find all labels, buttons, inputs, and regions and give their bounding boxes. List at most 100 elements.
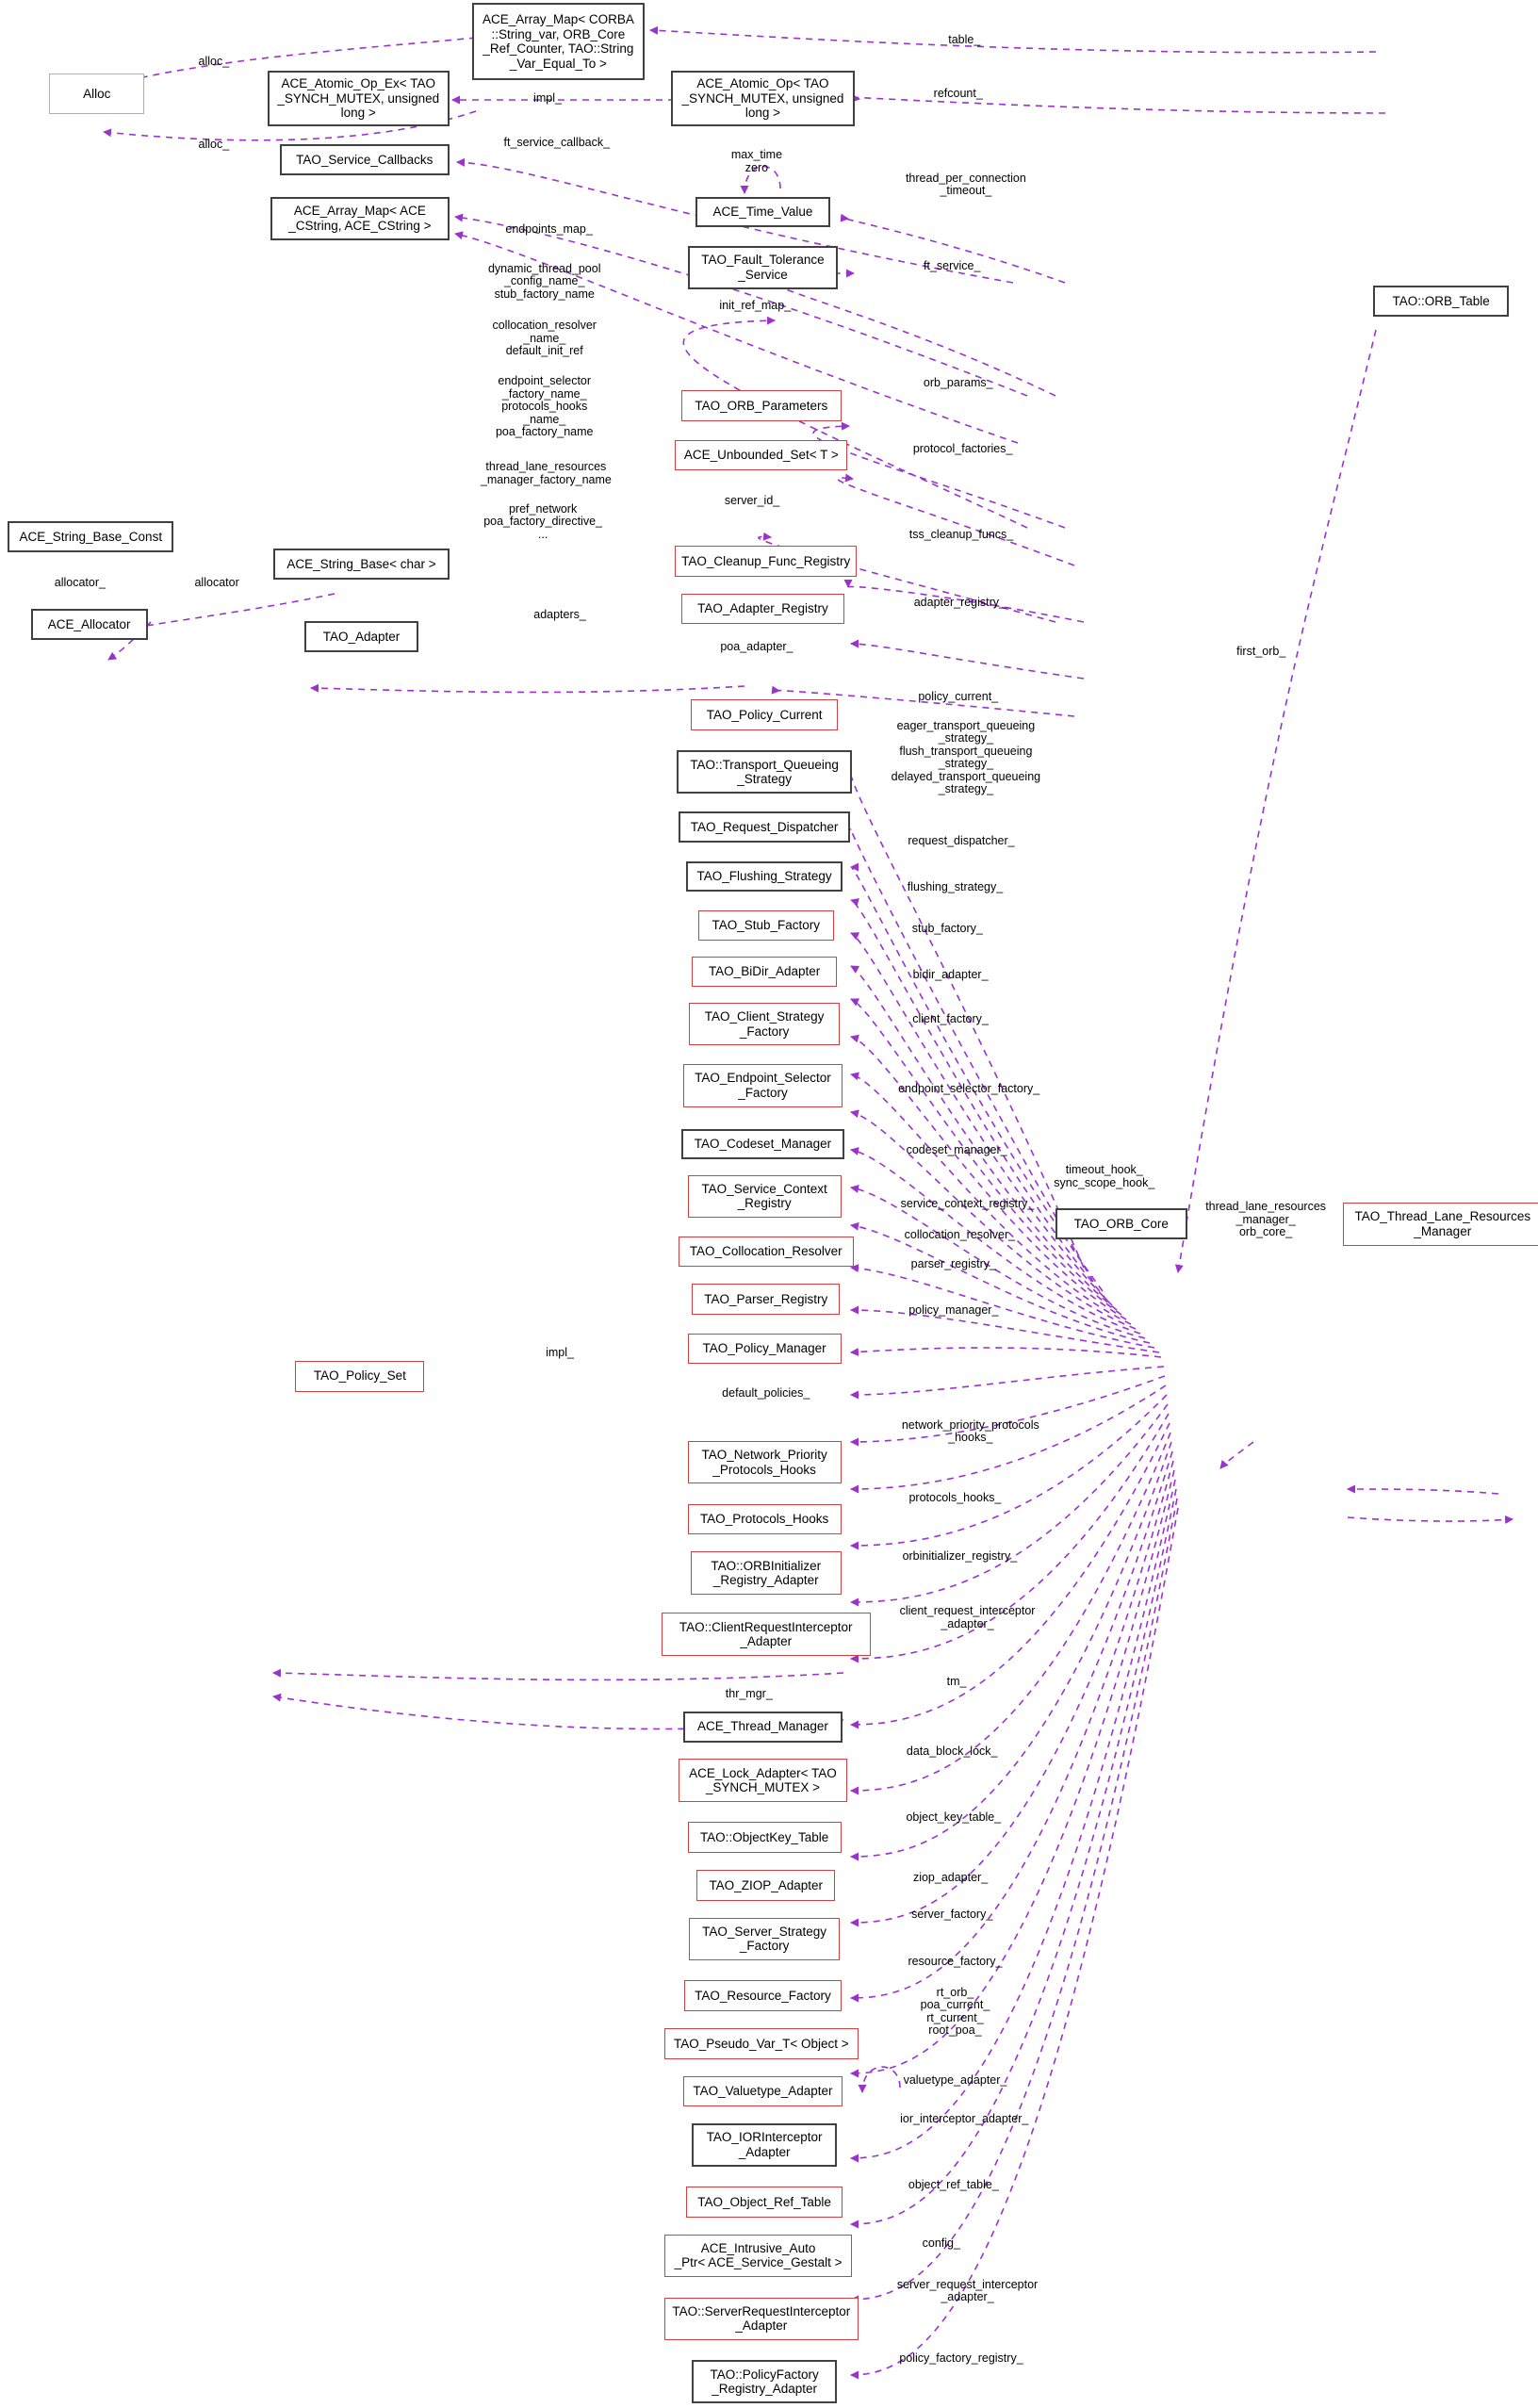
class-node-tao_policyfactory[interactable]: TAO::PolicyFactory _Registry_Adapter [692,2360,837,2404]
class-node-ace_array_map_corba[interactable]: ACE_Array_Map< CORBA ::String_var, ORB_C… [472,3,645,80]
edge-label-bidir_adapter_: bidir_adapter_ [912,967,989,981]
class-node-tao_transport_queueing[interactable]: TAO::Transport_Queueing _Strategy [677,750,853,794]
edge-label-impl_1: impl_ [533,90,562,105]
class-node-tao_service_callbacks[interactable]: TAO_Service_Callbacks [280,144,450,175]
class-node-tao_codeset_manager[interactable]: TAO_Codeset_Manager [680,1128,844,1160]
edge-label-adapters_: adapters_ [533,608,586,622]
edge-label-policy_manager_: policy_manager_ [908,1302,999,1317]
class-node-ace_string_base_const[interactable]: ACE_String_Base_Const [8,521,174,552]
edge-label-ziop_adapter_: ziop_adapter_ [912,1870,989,1884]
class-node-ace_thread_manager[interactable]: ACE_Thread_Manager [682,1711,843,1743]
edge-label-data_block_lock_: data_block_lock_ [906,1744,998,1758]
class-node-ace_time_value[interactable]: ACE_Time_Value [695,196,831,228]
class-node-tao_policy_manager[interactable]: TAO_Policy_Manager [687,1333,842,1365]
edge-label-server_id_: server_id_ [724,494,780,508]
edge-label-request_dispatcher_: request_dispatcher_ [908,833,1015,847]
edge-label-server_request_interceptor_adapter_: server_request_interceptor _adapter_ [896,2277,1039,2304]
class-node-tao_stub_factory[interactable]: TAO_Stub_Factory [697,909,834,942]
class-node-tao_orb_parameters[interactable]: TAO_ORB_Parameters [680,390,842,422]
class-node-tao_endpoint_selector[interactable]: TAO_Endpoint_Selector _Factory [682,1064,843,1107]
edge-label-endpoint_selector_factory_: endpoint_selector_factory_ [898,1081,1040,1095]
class-node-tao_request_dispatcher[interactable]: TAO_Request_Dispatcher [678,811,851,844]
class-node-tao_client_strategy[interactable]: TAO_Client_Strategy _Factory [689,1002,841,1046]
class-node-tao_parser_registry[interactable]: TAO_Parser_Registry [692,1284,841,1315]
edge-label-client_factory_: client_factory_ [912,1012,989,1026]
edge-label-thread_lane_res_mgr_fn: thread_lane_resources _manager_factory_n… [480,460,612,486]
edge-label-policy_current_: policy_current_ [918,689,999,703]
edge-label-thread_lane_resources_manager_: thread_lane_resources _manager_ orb_core… [1205,1200,1327,1239]
class-node-tao_flushing_strategy[interactable]: TAO_Flushing_Strategy [685,860,843,893]
class-node-ace_unbounded_set[interactable]: ACE_Unbounded_Set< T > [675,439,848,471]
class-node-tao_adapter[interactable]: TAO_Adapter [304,621,418,652]
edge-label-endpoints_map_: endpoints_map_ [505,221,593,236]
edge-label-table_: table_ [948,32,981,46]
class-node-tao_cleanup_func_registry[interactable]: TAO_Cleanup_Func_Registry [675,546,857,577]
edge-label-service_context_registry_: service_context_registry_ [900,1196,1035,1210]
edge-label-policy_factory_registry_: policy_factory_registry_ [899,2351,1023,2366]
edge-label-first_orb_: first_orb_ [1236,645,1286,659]
class-node-tao_policy_set[interactable]: TAO_Policy_Set [295,1360,425,1392]
class-node-ace_atomic_op_ex[interactable]: ACE_Atomic_Op_Ex< TAO _SYNCH_MUTEX, unsi… [267,71,450,126]
class-node-tao_resource_factory[interactable]: TAO_Resource_Factory [684,1980,842,2012]
class-node-tao_policy_current[interactable]: TAO_Policy_Current [690,699,839,730]
edge-label-object_key_table_: object_key_table_ [906,1810,1002,1824]
class-node-tao_network_priority[interactable]: TAO_Network_Priority _Protocols_Hooks [687,1440,842,1484]
edge-label-eager_transport: eager_transport_queueing _strategy_ flus… [891,718,1041,796]
edge-label-max_time_zero: max_time zero [730,148,783,174]
class-node-tao_service_context[interactable]: TAO_Service_Context _Registry [687,1174,842,1219]
edge-label-default_policies_: default_policies_ [722,1385,810,1400]
class-node-tao_serverrequestinterceptor[interactable]: TAO::ServerRequestInterceptor _Adapter [664,2297,859,2341]
edge-label-ior_interceptor_adapter_: ior_interceptor_adapter_ [900,2111,1029,2125]
edge-label-endpoint_sel_factory: endpoint_selector _factory_name_ protoco… [495,374,594,439]
class-node-ace_lock_adapter[interactable]: ACE_Lock_Adapter< TAO _SYNCH_MUTEX > [678,1759,848,1803]
edge-label-client_request_interceptor_adapter_: client_request_interceptor _adapter_ [899,1604,1036,1630]
edge-label-server_factory_: server_factory_ [911,1907,993,1921]
edge-label-allocator_2: allocator [194,575,239,589]
class-node-ace_allocator[interactable]: ACE_Allocator [30,609,148,640]
class-node-tao_objectkey_table[interactable]: TAO::ObjectKey_Table [687,1822,842,1853]
edge-label-codeset_manager_: codeset_manager_ [906,1142,1007,1156]
class-node-alloc[interactable]: Alloc [49,74,145,114]
class-node-tao_bidir_adapter[interactable]: TAO_BiDir_Adapter [692,956,837,988]
edge-label-protocols_hooks_: protocols_hooks_ [908,1490,1002,1504]
class-node-ace_array_map_cstr[interactable]: ACE_Array_Map< ACE _CString, ACE_CString… [270,196,450,240]
collaboration-diagram: Alloc ACE_Array_Map< CORBA ::String_var, … [0,0,1538,2408]
edge-label-tm_: tm_ [946,1675,967,1689]
class-node-tao_pseudo_var_t[interactable]: TAO_Pseudo_Var_T< Object > [664,2028,859,2059]
class-node-tao_fault_tolerance[interactable]: TAO_Fault_Tolerance _Service [687,246,839,289]
class-node-ace_string_base_char[interactable]: ACE_String_Base< char > [273,549,450,581]
edge-label-flushing_strategy_: flushing_strategy_ [907,879,1004,893]
edge-label-poa_adapter_: poa_adapter_ [720,640,794,654]
edge-label-orbinitializer_registry_: orbinitializer_registry_ [902,1548,1018,1563]
class-node-tao_server_strategy[interactable]: TAO_Server_Strategy _Factory [689,1917,841,1961]
class-node-tao_valuetype_adapter[interactable]: TAO_Valuetype_Adapter [682,2075,843,2107]
edge-label-ft_service_: ft_service_ [923,258,981,272]
class-node-tao_thread_lane[interactable]: TAO_Thread_Lane_Resources _Manager [1342,1202,1538,1246]
edge-label-network_priority_protocols_hooks_: network_priority_protocols _hooks_ [901,1417,1039,1445]
edge-label-collocation_resolver_n: collocation_resolver _name_ default_init… [492,319,597,358]
edge-label-resource_factory_: resource_factory_ [908,1955,1003,1969]
class-node-tao_clientrequestinterceptor[interactable]: TAO::ClientRequestInterceptor _Adapter [661,1613,871,1657]
edge-label-allocator_1: allocator_ [54,575,106,589]
class-node-tao_orb_table[interactable]: TAO::ORB_Table [1373,286,1509,318]
edge-label-rt_orb_: rt_orb_ poa_current_ rt_current_ root_po… [920,1985,990,2038]
class-node-tao_ziop_adapter[interactable]: TAO_ZIOP_Adapter [696,1869,836,1901]
edge-label-init_ref_map_: init_ref_map_ [719,299,792,313]
edge-label-config_: config_ [922,2236,960,2250]
edge-label-ft_service_callback_: ft_service_callback_ [503,136,611,150]
edge-label-object_ref_table_: object_ref_table_ [908,2177,999,2191]
edge-label-adapter_registry_: adapter_registry_ [913,596,1006,610]
class-node-tao_iorinterceptor[interactable]: TAO_IORInterceptor _Adapter [692,2123,837,2167]
edge-label-dyn_thread_pool: dynamic_thread_pool _config_name_ stub_f… [487,261,601,301]
class-node-tao_protocols_hooks[interactable]: TAO_Protocols_Hooks [687,1503,842,1535]
class-node-tao_orb_core[interactable]: TAO_ORB_Core [1055,1208,1187,1240]
class-node-tao_orbinitializer[interactable]: TAO::ORBInitializer _Registry_Adapter [690,1551,842,1595]
class-node-tao_collocation_resolver[interactable]: TAO_Collocation_Resolver [678,1236,854,1268]
class-node-tao_object_ref_table[interactable]: TAO_Object_Ref_Table [685,2187,843,2218]
edge-label-timeout_hook_: timeout_hook_ sync_scope_hook_ [1054,1163,1155,1189]
class-node-ace_atomic_op[interactable]: ACE_Atomic_Op< TAO _SYNCH_MUTEX, unsigne… [670,71,856,126]
edge-label-protocol_factories_: protocol_factories_ [912,441,1013,455]
class-node-ace_intrusive_auto[interactable]: ACE_Intrusive_Auto _Ptr< ACE_Service_Ges… [664,2234,853,2278]
edge-label-orb_params_: orb_params_ [923,375,993,389]
class-node-tao_adapter_registry[interactable]: TAO_Adapter_Registry [680,593,844,625]
